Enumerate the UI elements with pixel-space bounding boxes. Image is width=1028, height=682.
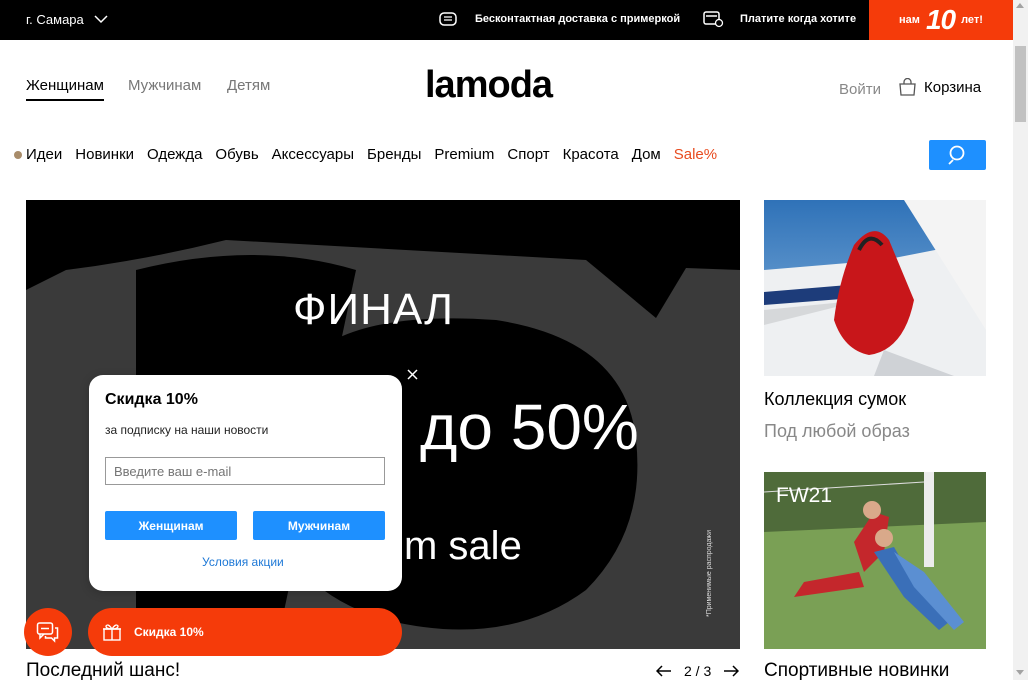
nav-item-home[interactable]: Дом xyxy=(632,146,661,163)
category-nav: Идеи Новинки Одежда Обувь Аксессуары Бре… xyxy=(14,146,717,163)
popup-subtitle: за подписку на наши новости xyxy=(105,423,269,437)
bags-collection-image[interactable] xyxy=(764,200,986,376)
chevron-down-icon xyxy=(94,15,108,24)
scrollbar-thumb[interactable] xyxy=(1015,46,1026,122)
nav-item-premium[interactable]: Premium xyxy=(434,146,494,163)
anniversary-pre: нам xyxy=(899,14,920,26)
delivery-text: Бесконтактная доставка с примеркой xyxy=(475,13,681,25)
nav-item-new[interactable]: Новинки xyxy=(75,146,134,163)
nav-item-ideas[interactable]: Идеи xyxy=(26,146,62,163)
tab-women[interactable]: Женщинам xyxy=(26,77,104,101)
ideas-dot-icon xyxy=(14,150,22,159)
tab-kids[interactable]: Детям xyxy=(227,77,270,99)
arrow-left-icon[interactable] xyxy=(656,665,672,677)
nav-item-sport[interactable]: Спорт xyxy=(507,146,549,163)
discount-bar-label: Скидка 10% xyxy=(134,625,204,639)
sport-new-title[interactable]: Спортивные новинки xyxy=(764,660,949,682)
bags-collection-subtitle: Под любой образ xyxy=(764,421,910,441)
nav-item-sale[interactable]: Sale% xyxy=(674,146,717,163)
cart-link[interactable]: Корзина xyxy=(898,78,981,96)
women-subscribe-button[interactable]: Женщинам xyxy=(105,511,237,540)
bag-icon xyxy=(899,78,916,96)
search-icon xyxy=(947,145,964,165)
terms-link[interactable]: Условия акции xyxy=(202,555,284,569)
city-label: г. Самара xyxy=(26,12,84,27)
logo[interactable]: lamoda xyxy=(425,64,553,107)
hero-title[interactable]: Последний шанс! xyxy=(26,660,180,682)
nav-item-beauty[interactable]: Красота xyxy=(563,146,619,163)
discount-bar-button[interactable]: Скидка 10% xyxy=(88,608,402,656)
scroll-down-arrow-icon[interactable] xyxy=(1016,670,1024,675)
delivery-promo[interactable]: Бесконтактная доставка с примеркой xyxy=(437,10,680,28)
email-field[interactable] xyxy=(105,457,385,485)
gift-icon xyxy=(103,624,121,641)
anniversary-banner[interactable]: нам 10 лет! xyxy=(869,0,1013,40)
hero-discount: до 50% xyxy=(420,391,639,463)
login-link[interactable]: Войти xyxy=(839,81,881,98)
chat-button[interactable] xyxy=(24,608,72,656)
hero-pager: 2 / 3 xyxy=(656,663,740,679)
scroll-up-arrow-icon[interactable] xyxy=(1016,3,1024,8)
pay-later-text: Платите когда хотите xyxy=(740,13,857,25)
chat-icon xyxy=(36,622,59,643)
popup-title: Скидка 10% xyxy=(105,391,198,408)
close-icon[interactable] xyxy=(401,363,424,386)
pager-count: 2 / 3 xyxy=(684,663,712,679)
nav-item-clothing[interactable]: Одежда xyxy=(147,146,202,163)
hero-footnote: *Применимые распродажи xyxy=(706,530,713,618)
city-selector[interactable]: г. Самара xyxy=(26,12,108,27)
mask-icon xyxy=(439,12,457,26)
hero-headline: ФИНАЛ xyxy=(293,285,455,334)
arrow-right-icon[interactable] xyxy=(723,665,740,677)
men-subscribe-button[interactable]: Мужчинам xyxy=(253,511,385,540)
anniversary-number: 10 xyxy=(925,4,956,35)
pay-later-promo[interactable]: Платите когда хотите xyxy=(702,10,856,28)
tab-men[interactable]: Мужчинам xyxy=(128,77,201,99)
nav-item-shoes[interactable]: Обувь xyxy=(215,146,258,163)
anniversary-post: лет! xyxy=(961,14,983,26)
card-icon xyxy=(703,11,724,28)
nav-item-brands[interactable]: Бренды xyxy=(367,146,421,163)
cart-label: Корзина xyxy=(924,78,982,96)
fw21-badge: FW21 xyxy=(776,484,833,507)
hero-subline: m sale xyxy=(404,524,522,568)
bags-collection-title[interactable]: Коллекция сумок xyxy=(764,389,906,410)
nav-item-accessories[interactable]: Аксессуары xyxy=(272,146,354,163)
search-button[interactable] xyxy=(929,140,986,170)
